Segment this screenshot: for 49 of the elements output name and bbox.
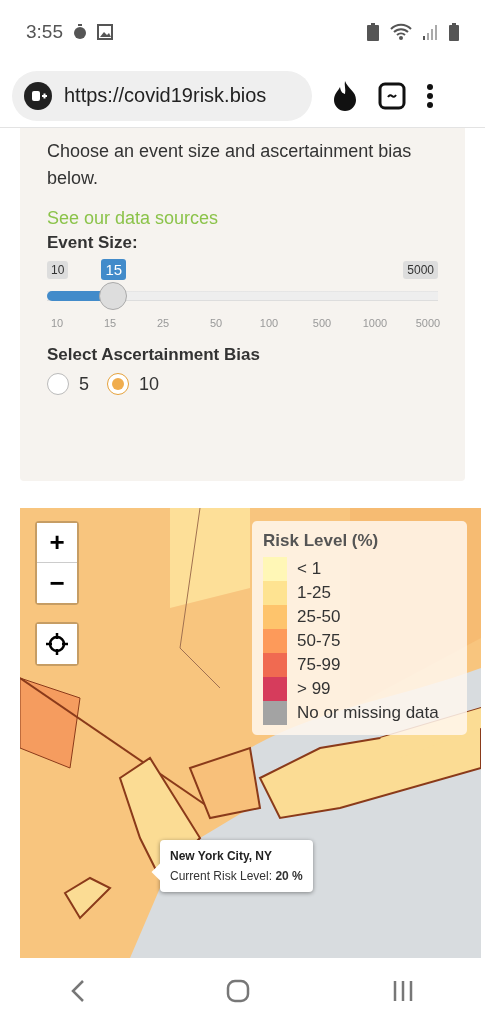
home-icon[interactable]	[226, 978, 251, 1003]
legend-label: 25-50	[297, 607, 341, 627]
event-size-label: Event Size:	[47, 233, 139, 253]
url-text: https://covid19risk.bios	[64, 84, 267, 107]
tick-label: 50	[208, 317, 224, 329]
zoom-out-button[interactable]: −	[37, 563, 77, 603]
tick-label: 100	[258, 317, 280, 329]
flame-icon[interactable]	[332, 80, 358, 111]
tick-label: 1000	[361, 317, 389, 329]
bias-label: Select Ascertainment Bias	[47, 345, 261, 365]
intro-text: Choose an event size and ascertainment bias below.	[47, 140, 413, 190]
legend-label: < 1	[297, 559, 322, 579]
legend-label: > 99	[297, 679, 331, 699]
browser-logo-icon	[24, 81, 52, 110]
status-time: 3:55	[26, 21, 63, 43]
menu-icon[interactable]	[426, 82, 434, 109]
back-icon[interactable]	[70, 978, 85, 1003]
image-icon	[97, 24, 113, 40]
tick-label: 10	[49, 317, 65, 329]
legend-label: 1-25	[297, 583, 332, 603]
battery-saver-icon	[367, 23, 379, 41]
wifi-icon	[389, 23, 413, 41]
legend-label: No or missing data	[297, 703, 439, 723]
tick-label: 500	[311, 317, 333, 329]
slider-min-label: 10	[47, 261, 69, 279]
tick-label: 15	[102, 317, 118, 329]
address-bar[interactable]: https://covid19risk.bios	[12, 70, 312, 121]
radio-label: 10	[139, 373, 160, 395]
signal-icon	[423, 24, 439, 40]
slider-thumb[interactable]	[99, 282, 128, 310]
slider-value-label: 15	[101, 259, 127, 280]
legend-label: 50-75	[297, 631, 341, 651]
slider-max-label: 5000	[403, 261, 438, 279]
tooltip-title: New York City, NY	[170, 849, 274, 863]
radio-button[interactable]	[47, 373, 69, 395]
tooltip-text: Current Risk Level: 20 %	[170, 869, 303, 883]
zoom-in-button[interactable]: +	[37, 523, 77, 563]
radio-label: 5	[79, 373, 89, 395]
locate-button[interactable]	[37, 624, 77, 664]
tabs-icon[interactable]	[378, 81, 406, 110]
legend-label: 75-99	[297, 655, 341, 675]
timer-icon	[73, 24, 87, 40]
legend-title: Risk Level (%)	[263, 531, 380, 551]
tick-label: 25	[155, 317, 171, 329]
radio-button[interactable]	[107, 373, 129, 395]
battery-icon	[449, 23, 459, 41]
tick-label: 5000	[414, 317, 442, 329]
crosshair-icon	[46, 633, 68, 655]
recent-apps-icon[interactable]	[392, 979, 415, 1002]
